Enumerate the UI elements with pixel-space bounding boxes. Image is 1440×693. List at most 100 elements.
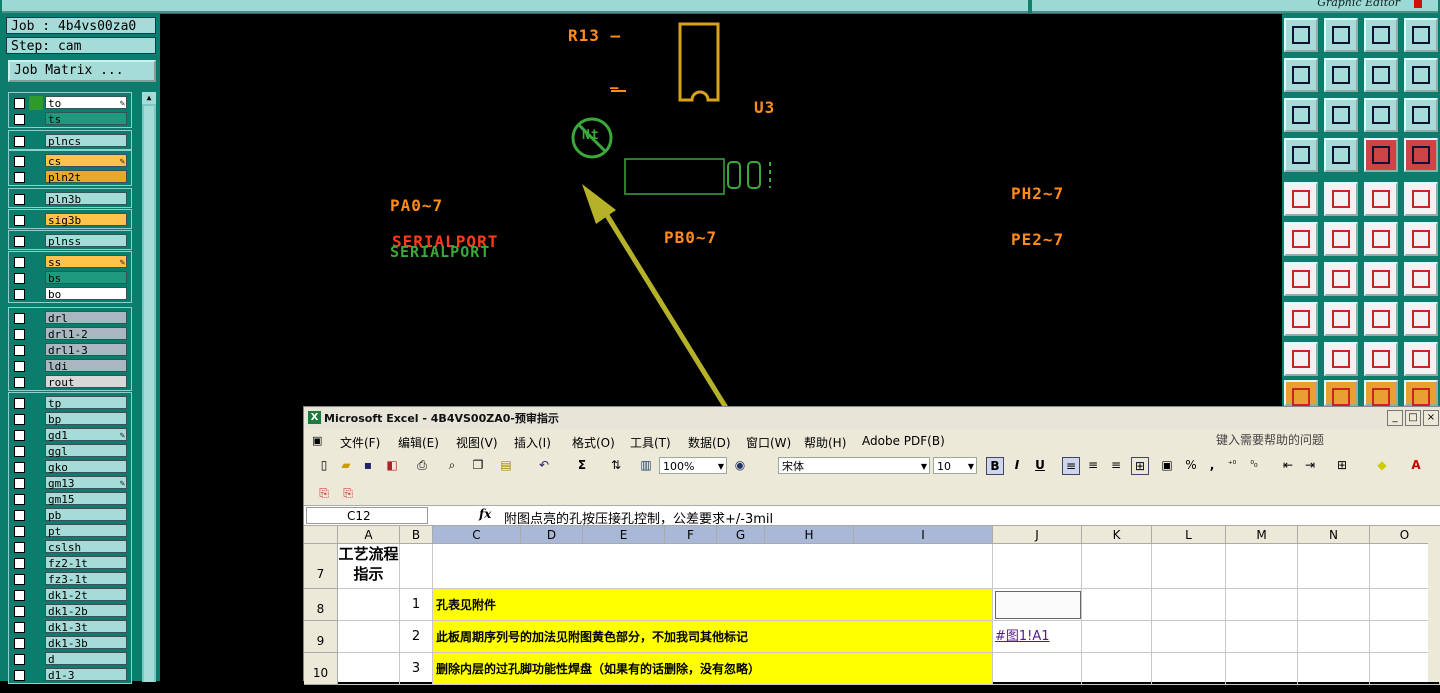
layer-scrollbar[interactable]: ▲: [142, 92, 156, 682]
layer-checkbox[interactable]: [14, 430, 25, 441]
layer-checkbox[interactable]: [14, 361, 25, 372]
row-header-8[interactable]: 8: [304, 589, 338, 621]
layer-checkbox[interactable]: [14, 606, 25, 617]
layer-checkbox[interactable]: [14, 136, 25, 147]
layer-row-dk1-2b[interactable]: dk1-2b: [9, 603, 131, 619]
layer-checkbox[interactable]: [14, 313, 25, 324]
layer-name[interactable]: bp: [45, 412, 127, 426]
layer-checkbox[interactable]: [14, 172, 25, 183]
layer-name[interactable]: ggl: [45, 444, 127, 458]
layer-color-swatch[interactable]: [29, 412, 43, 426]
embedded-package-icon[interactable]: [995, 591, 1081, 619]
zoom-in-icon[interactable]: [1284, 58, 1318, 92]
layer-checkbox[interactable]: [14, 236, 25, 247]
comma-button[interactable]: ,: [1204, 457, 1220, 473]
layer-row-pln3b[interactable]: pln3b: [9, 191, 131, 207]
layer-color-swatch[interactable]: [29, 444, 43, 458]
layer-row-cs[interactable]: cs ✎: [9, 153, 131, 169]
layer-color-swatch[interactable]: [29, 271, 43, 285]
column-header-G[interactable]: G: [717, 526, 765, 544]
pad-icon[interactable]: [1404, 182, 1438, 216]
add-line-icon[interactable]: [1324, 182, 1358, 216]
layer-name[interactable]: dk1-3t: [45, 620, 127, 634]
column-header-M[interactable]: M: [1226, 526, 1298, 544]
help-query-icon[interactable]: [1404, 98, 1438, 132]
layer-checkbox[interactable]: [14, 494, 25, 505]
layer-checkbox[interactable]: [14, 654, 25, 665]
cell-N10[interactable]: [1298, 653, 1370, 685]
pointer1-icon[interactable]: [1284, 380, 1318, 406]
layer-name[interactable]: dk1-3b: [45, 636, 127, 650]
layer-checkbox[interactable]: [14, 478, 25, 489]
new-icon[interactable]: ▯: [316, 457, 332, 473]
layer-row-dk1-3b[interactable]: dk1-3b: [9, 635, 131, 651]
column-header-K[interactable]: K: [1082, 526, 1152, 544]
layer-color-swatch[interactable]: [29, 287, 43, 301]
font-name-select[interactable]: 宋体 ▼: [778, 457, 930, 474]
spreadsheet-grid[interactable]: A B C D E F G H I J K L M N O 7 工艺流程指示 8 1 孔表见附件 9 2 此板周期序列号的加…: [304, 526, 1440, 685]
cell-L8[interactable]: [1152, 589, 1226, 621]
autosum-icon[interactable]: Σ: [574, 457, 590, 473]
layer-name[interactable]: drl1-2: [45, 327, 127, 341]
layer-name[interactable]: pln3b: [45, 192, 127, 206]
cell-L7[interactable]: [1152, 544, 1226, 589]
layer-name[interactable]: rout: [45, 375, 127, 389]
sheet-scrollbar[interactable]: [1428, 526, 1440, 682]
cell-B9[interactable]: 2: [400, 621, 433, 653]
scroll-up-icon[interactable]: ▲: [142, 92, 156, 104]
permission-icon[interactable]: ◧: [384, 457, 400, 473]
pdf-email-icon[interactable]: ⎘: [340, 485, 356, 501]
layer-name[interactable]: pt: [45, 524, 127, 538]
layer-color-swatch[interactable]: [29, 476, 43, 490]
layer-color-swatch[interactable]: [29, 524, 43, 538]
italic-button[interactable]: I: [1009, 457, 1025, 473]
layer-checkbox[interactable]: [14, 273, 25, 284]
layer-checkbox[interactable]: [14, 462, 25, 473]
layer-red2-icon[interactable]: [1404, 138, 1438, 172]
ratio-1-2-icon[interactable]: [1364, 98, 1398, 132]
layer-checkbox[interactable]: [14, 377, 25, 388]
layer-row-sig3b[interactable]: sig3b: [9, 212, 131, 228]
menu-6[interactable]: 数据(D): [688, 434, 731, 451]
layer-name[interactable]: dk1-2b: [45, 604, 127, 618]
increase-decimal-icon[interactable]: ⁺⁰: [1224, 457, 1240, 473]
slash-icon[interactable]: [1324, 262, 1358, 296]
column-header-N[interactable]: N: [1298, 526, 1370, 544]
cell-L10[interactable]: [1152, 653, 1226, 685]
layer-row-gko[interactable]: gko: [9, 459, 131, 475]
cell-C9[interactable]: 此板周期序列号的加法见附图黄色部分，不加我司其他标记: [433, 621, 993, 653]
cell-A7[interactable]: 工艺流程指示: [338, 544, 400, 589]
layer-row-pb[interactable]: pb: [9, 507, 131, 523]
column-header-I[interactable]: I: [854, 526, 993, 544]
layer-row-bp[interactable]: bp: [9, 411, 131, 427]
layer-row-plnss[interactable]: plnss: [9, 233, 131, 249]
layer-row-dk1-2t[interactable]: dk1-2t: [9, 587, 131, 603]
layer-row-rout[interactable]: rout: [9, 374, 131, 390]
cell-K9[interactable]: [1082, 621, 1152, 653]
column-header-B[interactable]: B: [400, 526, 433, 544]
layer-name[interactable]: gm13 ✎: [45, 476, 127, 490]
layer-checkbox[interactable]: [14, 638, 25, 649]
help-search-input[interactable]: 键入需要帮助的问题: [1216, 431, 1324, 448]
layer-color-swatch[interactable]: [29, 255, 43, 269]
cell-C10[interactable]: 删除内层的过孔脚功能性焊盘（如果有的话删除，没有忽略）: [433, 653, 993, 685]
row-header-10[interactable]: 10: [304, 653, 338, 685]
cell-N7[interactable]: [1298, 544, 1370, 589]
sort-icon[interactable]: ⇅: [608, 457, 624, 473]
select-icon[interactable]: [1284, 182, 1318, 216]
layer-row-tp[interactable]: tp: [9, 395, 131, 411]
formula-input[interactable]: 附图点亮的孔按压接孔控制，公差要求+/-3mil: [504, 508, 773, 527]
layer-row-drl1-2[interactable]: drl1-2: [9, 326, 131, 342]
cell-M9[interactable]: [1226, 621, 1298, 653]
help-icon[interactable]: ◉: [732, 457, 748, 473]
center-icon[interactable]: [1324, 98, 1358, 132]
cross-icon[interactable]: [1324, 222, 1358, 256]
layer-row-pt[interactable]: pt: [9, 523, 131, 539]
layer-red-icon[interactable]: [1364, 138, 1398, 172]
grid-icon[interactable]: [1324, 138, 1358, 172]
layer-name[interactable]: drl: [45, 311, 127, 325]
layer-name[interactable]: d: [45, 652, 127, 666]
angle-icon[interactable]: [1284, 262, 1318, 296]
layer-checkbox[interactable]: [14, 345, 25, 356]
scroll-thumb[interactable]: [144, 106, 154, 682]
